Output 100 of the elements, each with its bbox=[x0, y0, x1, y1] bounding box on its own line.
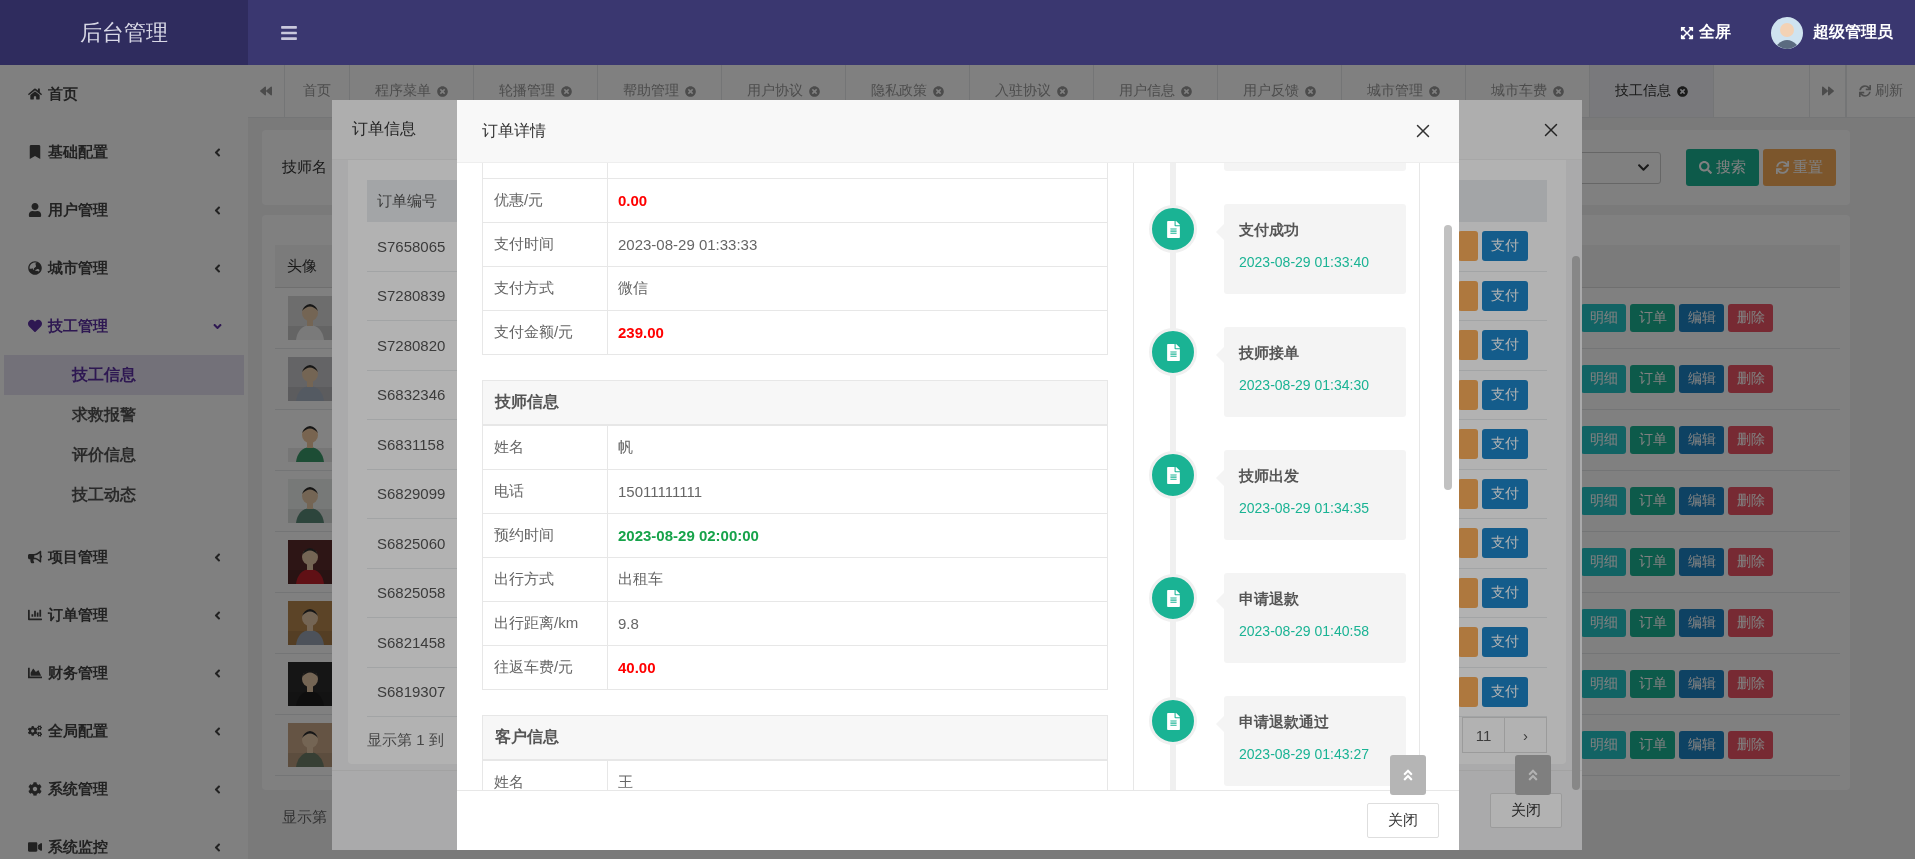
sidebar-item[interactable]: 财务管理 bbox=[0, 644, 248, 702]
close-tab-icon[interactable] bbox=[809, 85, 820, 97]
action-button[interactable] bbox=[1458, 280, 1478, 311]
action-button[interactable]: 编辑 bbox=[1679, 731, 1724, 759]
pay-button[interactable]: 支付 bbox=[1482, 577, 1528, 608]
sidebar-subitem[interactable]: 评价信息 bbox=[4, 435, 244, 475]
action-button[interactable]: 编辑 bbox=[1679, 426, 1724, 454]
action-button[interactable]: 编辑 bbox=[1679, 365, 1724, 393]
page-button[interactable]: 11 bbox=[1462, 717, 1505, 753]
action-button[interactable] bbox=[1458, 528, 1478, 559]
close-button[interactable]: 关闭 bbox=[1367, 803, 1439, 838]
field-label: 优惠/元 bbox=[483, 179, 608, 222]
action-button[interactable] bbox=[1458, 627, 1478, 658]
action-button[interactable] bbox=[1458, 577, 1478, 608]
action-button[interactable] bbox=[1458, 231, 1478, 262]
action-button[interactable]: 删除 bbox=[1728, 487, 1773, 515]
action-button[interactable]: 删除 bbox=[1728, 670, 1773, 698]
action-button[interactable]: 明细 bbox=[1581, 548, 1626, 576]
action-button[interactable]: 订单 bbox=[1630, 426, 1675, 454]
sidebar-item[interactable]: 系统监控 bbox=[0, 818, 248, 859]
action-button[interactable]: 订单 bbox=[1630, 365, 1675, 393]
close-tab-icon[interactable] bbox=[1305, 85, 1316, 97]
bookmark-icon bbox=[28, 145, 42, 159]
sidebar-item[interactable]: 首页 bbox=[0, 65, 248, 123]
pay-button[interactable]: 支付 bbox=[1482, 379, 1528, 410]
action-button[interactable]: 删除 bbox=[1728, 426, 1773, 454]
action-button[interactable]: 明细 bbox=[1581, 731, 1626, 759]
action-button[interactable]: 删除 bbox=[1728, 609, 1773, 637]
action-button[interactable]: 编辑 bbox=[1679, 670, 1724, 698]
sidebar-subitem[interactable]: 技工信息 bbox=[4, 355, 244, 395]
action-button[interactable] bbox=[1458, 429, 1478, 460]
close-button[interactable]: 关闭 bbox=[1490, 793, 1562, 828]
action-button[interactable] bbox=[1458, 676, 1478, 707]
action-button[interactable]: 删除 bbox=[1728, 304, 1773, 332]
sidebar-subitem[interactable]: 求救报警 bbox=[4, 395, 244, 435]
action-button[interactable]: 删除 bbox=[1728, 365, 1773, 393]
action-button[interactable]: 明细 bbox=[1581, 365, 1626, 393]
close-tab-icon[interactable] bbox=[933, 85, 944, 97]
sidebar-item[interactable]: 技工管理 bbox=[0, 297, 248, 355]
sidebar-item[interactable]: 系统管理 bbox=[0, 760, 248, 818]
action-button[interactable]: 订单 bbox=[1630, 731, 1675, 759]
back-to-top-button[interactable] bbox=[1515, 755, 1551, 795]
sidebar-item[interactable]: 全局配置 bbox=[0, 702, 248, 760]
action-button[interactable]: 明细 bbox=[1581, 304, 1626, 332]
close-tab-icon[interactable] bbox=[1553, 85, 1564, 97]
sidebar-item[interactable]: 基础配置 bbox=[0, 123, 248, 181]
close-tab-icon[interactable] bbox=[685, 85, 696, 97]
pay-button[interactable]: 支付 bbox=[1482, 627, 1528, 658]
scrollbar[interactable] bbox=[1572, 256, 1580, 790]
reset-button[interactable]: 重置 bbox=[1763, 149, 1836, 186]
action-button[interactable]: 删除 bbox=[1728, 731, 1773, 759]
action-button[interactable]: 订单 bbox=[1630, 609, 1675, 637]
menu-icon[interactable] bbox=[280, 23, 298, 42]
close-tab-icon[interactable] bbox=[561, 85, 572, 97]
scrollbar[interactable] bbox=[1444, 225, 1452, 490]
search-button[interactable]: 搜索 bbox=[1686, 149, 1759, 186]
action-button[interactable]: 明细 bbox=[1581, 487, 1626, 515]
sidebar-item[interactable]: 城市管理 bbox=[0, 239, 248, 297]
page-tab[interactable]: 技工信息 bbox=[1590, 65, 1714, 117]
action-button[interactable]: 订单 bbox=[1630, 304, 1675, 332]
pay-button[interactable]: 支付 bbox=[1482, 231, 1528, 262]
page-button[interactable]: › bbox=[1504, 717, 1547, 753]
user-name[interactable]: 超级管理员 bbox=[1813, 22, 1893, 43]
action-button[interactable]: 订单 bbox=[1630, 670, 1675, 698]
event-time: 2023-08-29 01:33:40 bbox=[1239, 254, 1370, 270]
close-tab-icon[interactable] bbox=[1429, 85, 1440, 97]
action-button[interactable]: 订单 bbox=[1630, 548, 1675, 576]
close-tab-icon[interactable] bbox=[437, 85, 448, 97]
action-button[interactable]: 明细 bbox=[1581, 609, 1626, 637]
sidebar-subitem[interactable]: 技工动态 bbox=[4, 475, 244, 515]
action-button[interactable] bbox=[1458, 478, 1478, 509]
table-cell: S6831158 bbox=[377, 435, 445, 453]
close-tab-icon[interactable] bbox=[1181, 85, 1192, 97]
pay-button[interactable]: 支付 bbox=[1482, 429, 1528, 460]
action-button[interactable]: 编辑 bbox=[1679, 304, 1724, 332]
pay-button[interactable]: 支付 bbox=[1482, 478, 1528, 509]
fullscreen-link[interactable]: 全屏 bbox=[1680, 22, 1731, 43]
sidebar-item[interactable]: 用户管理 bbox=[0, 181, 248, 239]
sidebar-item[interactable]: 项目管理 bbox=[0, 528, 248, 586]
expand-icon bbox=[1680, 25, 1694, 40]
action-button[interactable] bbox=[1458, 379, 1478, 410]
close-tab-icon[interactable] bbox=[1057, 85, 1068, 97]
action-button[interactable]: 编辑 bbox=[1679, 487, 1724, 515]
pay-button[interactable]: 支付 bbox=[1482, 528, 1528, 559]
back-to-top-button[interactable] bbox=[1390, 755, 1426, 795]
action-button[interactable]: 删除 bbox=[1728, 548, 1773, 576]
pagination-summary: 显示第 1 到 bbox=[367, 731, 444, 750]
action-button[interactable]: 编辑 bbox=[1679, 548, 1724, 576]
action-button[interactable]: 明细 bbox=[1581, 426, 1626, 454]
scroll-tabs-right-button[interactable] bbox=[1809, 65, 1846, 117]
pay-button[interactable]: 支付 bbox=[1482, 330, 1528, 361]
action-button[interactable]: 编辑 bbox=[1679, 609, 1724, 637]
app-logo-text: 后台管理 bbox=[0, 0, 248, 65]
action-button[interactable]: 明细 bbox=[1581, 670, 1626, 698]
action-button[interactable] bbox=[1458, 330, 1478, 361]
close-tab-icon[interactable] bbox=[1677, 85, 1688, 97]
pay-button[interactable]: 支付 bbox=[1482, 676, 1528, 707]
pay-button[interactable]: 支付 bbox=[1482, 280, 1528, 311]
action-button[interactable]: 订单 bbox=[1630, 487, 1675, 515]
sidebar-item[interactable]: 订单管理 bbox=[0, 586, 248, 644]
